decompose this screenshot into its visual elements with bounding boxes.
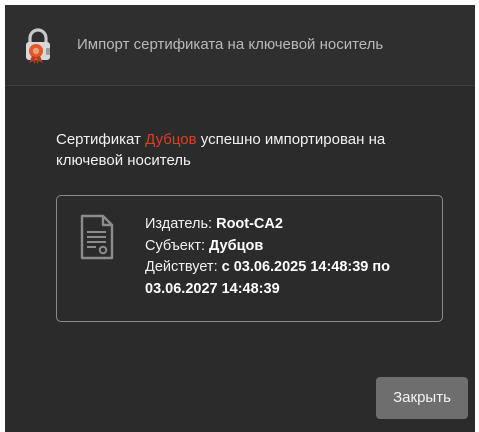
message-subject-name: Дубцов <box>145 131 197 148</box>
success-message: Сертификат Дубцов успешно импортирован н… <box>56 129 436 171</box>
issuer-row: Издатель: Root-CA2 <box>145 214 435 236</box>
close-button[interactable]: Закрыть <box>376 377 468 419</box>
dialog-title: Импорт сертификата на ключевой носитель <box>77 36 384 53</box>
import-certificate-dialog: Импорт сертификата на ключевой носитель … <box>5 5 475 432</box>
subject-row: Субъект: Дубцов <box>145 236 435 258</box>
issuer-value: Root-CA2 <box>216 216 283 232</box>
subject-label: Субъект: <box>145 237 206 254</box>
validity-label: Действует: <box>145 259 218 275</box>
subject-value: Дубцов <box>209 237 264 254</box>
dialog-titlebar: Импорт сертификата на ключевой носитель <box>5 5 475 86</box>
lock-certificate-icon <box>21 28 55 64</box>
validity-row: Действует: с 03.06.2025 14:48:39 по 03.0… <box>145 257 435 300</box>
certificate-info-panel: Издатель: Root-CA2 Субъект: Дубцов Дейст… <box>56 195 443 322</box>
message-prefix: Сертификат <box>56 131 146 148</box>
document-certificate-icon <box>80 214 114 260</box>
issuer-label: Издатель: <box>145 216 213 232</box>
certificate-details: Издатель: Root-CA2 Субъект: Дубцов Дейст… <box>145 214 435 300</box>
